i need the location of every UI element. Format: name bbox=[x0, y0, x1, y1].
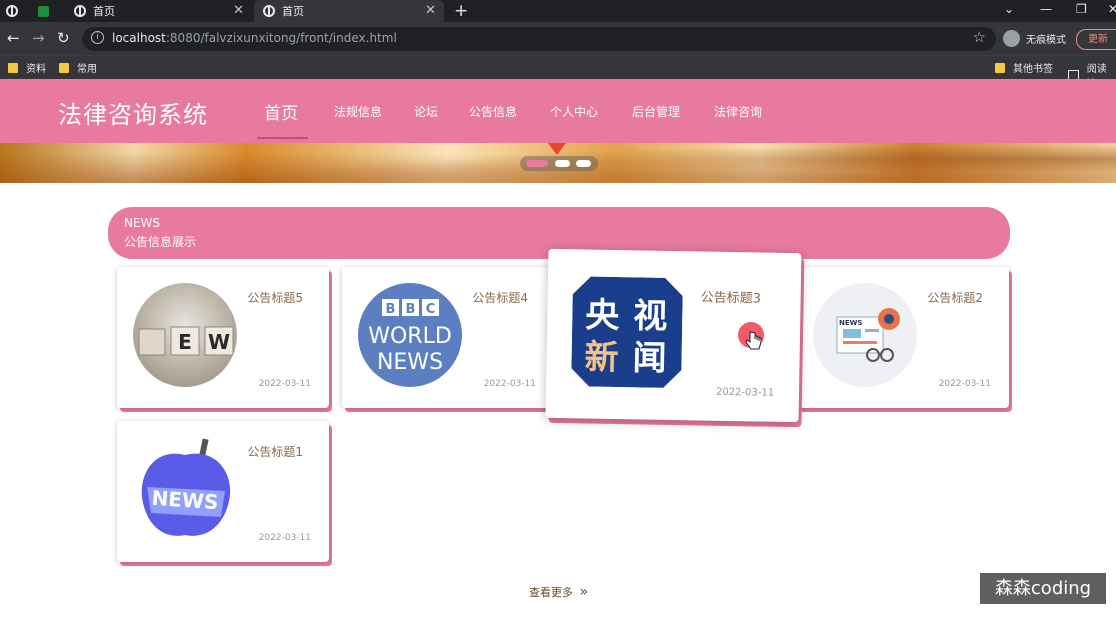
nav-admin[interactable]: 后台管理 bbox=[632, 103, 680, 120]
carousel-dot[interactable] bbox=[526, 160, 548, 167]
nav-laws[interactable]: 法规信息 bbox=[334, 103, 382, 120]
restore-icon[interactable]: ❐ bbox=[1076, 2, 1087, 16]
tab-pinned-2[interactable] bbox=[38, 0, 60, 22]
watermark: 森森coding bbox=[980, 573, 1106, 604]
bookmark-folder-changyong[interactable]: 常用 bbox=[59, 60, 97, 75]
tab-home-1[interactable]: 首页 ✕ bbox=[66, 0, 252, 22]
folder-icon bbox=[8, 62, 18, 73]
banner-marker-icon bbox=[548, 143, 566, 155]
folder-icon bbox=[995, 62, 1005, 73]
site-logo[interactable]: 法律咨询系统 bbox=[58, 95, 208, 130]
tab-label: 首页 bbox=[282, 5, 304, 18]
tab-search-icon[interactable]: ⌄ bbox=[1004, 2, 1014, 16]
bbc-letter: C bbox=[426, 302, 436, 317]
news-illustration-image: NEWS bbox=[813, 283, 917, 387]
ew-letter: W bbox=[208, 330, 230, 354]
bbc-world-news-image: B B C WORLD NEWS bbox=[358, 283, 462, 387]
news-apple-image: NEWS bbox=[133, 437, 237, 541]
browser-toolbar: ← → ↻ i localhost:8080/falvzixunxitong/f… bbox=[0, 22, 1116, 55]
news-card[interactable]: NEWS 公告标题1 2022-03-11 bbox=[117, 421, 329, 562]
tab-home-2[interactable]: 首页 ✕ bbox=[254, 0, 444, 22]
card-title[interactable]: 公告标题1 bbox=[247, 443, 303, 460]
ew-letter: E bbox=[178, 330, 192, 354]
news-apple-text: NEWS bbox=[151, 486, 219, 515]
view-more-link[interactable]: 查看更多 » bbox=[529, 584, 588, 600]
folder-icon bbox=[59, 62, 69, 73]
card-date: 2022-03-11 bbox=[715, 386, 775, 399]
bookmark-label: 常用 bbox=[77, 64, 97, 75]
bookmark-folder-other[interactable]: 其他书签 bbox=[995, 60, 1053, 75]
card-date: 2022-03-11 bbox=[258, 533, 311, 543]
nav-active-indicator bbox=[257, 137, 308, 139]
bbc-world: WORLD bbox=[368, 324, 452, 349]
bookmark-label: 其他书签 bbox=[1013, 64, 1053, 75]
news-label-en: NEWS bbox=[124, 216, 161, 230]
cctv-char: 视 bbox=[633, 296, 668, 337]
update-button[interactable]: 更新 bbox=[1076, 29, 1116, 50]
carousel-dot[interactable] bbox=[555, 160, 570, 167]
cctv-char: 闻 bbox=[632, 338, 667, 379]
close-tab-icon[interactable]: ✕ bbox=[425, 3, 436, 18]
banner-carousel[interactable] bbox=[0, 143, 1116, 183]
tab-pinned-1[interactable] bbox=[6, 0, 32, 22]
news-card[interactable]: B B C WORLD NEWS 公告标题4 2022-03-11 bbox=[342, 267, 554, 408]
minimize-icon[interactable]: — bbox=[1040, 2, 1052, 16]
incognito-icon bbox=[1003, 30, 1020, 47]
card-date: 2022-03-11 bbox=[258, 379, 311, 389]
close-window-icon[interactable]: ✕ bbox=[1108, 2, 1116, 16]
card-title[interactable]: 公告标题2 bbox=[927, 289, 983, 306]
card-title[interactable]: 公告标题3 bbox=[701, 286, 762, 306]
new-tab-button[interactable]: + bbox=[454, 0, 468, 22]
incognito-label: 无痕模式 bbox=[1026, 35, 1066, 46]
hand-cursor-icon bbox=[745, 331, 762, 350]
address-bar[interactable]: i localhost:8080/falvzixunxitong/front/i… bbox=[82, 27, 996, 51]
view-more-label: 查看更多 bbox=[529, 586, 573, 599]
nav-home[interactable]: 首页 bbox=[264, 99, 298, 124]
news-card[interactable]: NEWS 公告标题2 2022-03-11 bbox=[797, 267, 1009, 408]
bookmark-label: 资料 bbox=[26, 64, 46, 75]
globe-icon bbox=[263, 5, 275, 17]
card-date: 2022-03-11 bbox=[483, 379, 536, 389]
site-header: 法律咨询系统 首页 法规信息 论坛 公告信息 个人中心 后台管理 法律咨询 bbox=[0, 79, 1116, 143]
nav-announcements[interactable]: 公告信息 bbox=[469, 103, 517, 120]
globe-icon bbox=[74, 5, 86, 17]
news-badge: NEWS bbox=[839, 319, 862, 327]
browser-tab-bar: 首页 ✕ 首页 ✕ + ⌄ — ❐ ✕ bbox=[0, 0, 1116, 22]
reload-icon[interactable]: ↻ bbox=[57, 29, 70, 47]
card-title[interactable]: 公告标题4 bbox=[472, 289, 528, 306]
card-date: 2022-03-11 bbox=[938, 379, 991, 389]
forward-icon[interactable]: → bbox=[32, 29, 45, 47]
site-info-icon[interactable]: i bbox=[91, 31, 104, 44]
carousel-indicators bbox=[520, 156, 598, 171]
incognito-indicator[interactable]: 无痕模式 bbox=[1003, 30, 1066, 47]
cctv-char: 央 bbox=[585, 295, 621, 336]
bbc-letter: B bbox=[406, 302, 416, 317]
news-label-cn: 公告信息展示 bbox=[124, 235, 197, 249]
nav-consultation[interactable]: 法律咨询 bbox=[714, 103, 762, 120]
url-text[interactable]: localhost:8080/falvzixunxitong/front/ind… bbox=[112, 31, 397, 45]
bookmark-star-icon[interactable]: ☆ bbox=[973, 28, 986, 46]
bbc-news: NEWS bbox=[377, 350, 443, 375]
news-card[interactable]: E W 公告标题5 2022-03-11 bbox=[117, 267, 329, 408]
cctv-char: 新 bbox=[584, 337, 619, 378]
cctv-news-image: 央 视 新 闻 bbox=[571, 276, 683, 388]
close-tab-icon[interactable]: ✕ bbox=[233, 3, 244, 18]
nav-forum[interactable]: 论坛 bbox=[414, 103, 438, 120]
nav-profile[interactable]: 个人中心 bbox=[550, 103, 598, 120]
tab-label: 首页 bbox=[93, 5, 115, 18]
ew-blocks-image: E W bbox=[133, 283, 237, 387]
bbc-letter: B bbox=[386, 302, 396, 317]
bookmark-folder-ziliao[interactable]: 资料 bbox=[8, 60, 46, 75]
carousel-dot[interactable] bbox=[576, 160, 591, 167]
bookmarks-bar: 资料 常用 其他书签 阅读清 bbox=[0, 55, 1116, 90]
double-chevron-right-icon: » bbox=[579, 584, 589, 600]
back-icon[interactable]: ← bbox=[7, 29, 20, 47]
sheet-icon bbox=[38, 5, 49, 17]
card-title[interactable]: 公告标题5 bbox=[247, 289, 303, 306]
globe-icon bbox=[6, 5, 18, 17]
